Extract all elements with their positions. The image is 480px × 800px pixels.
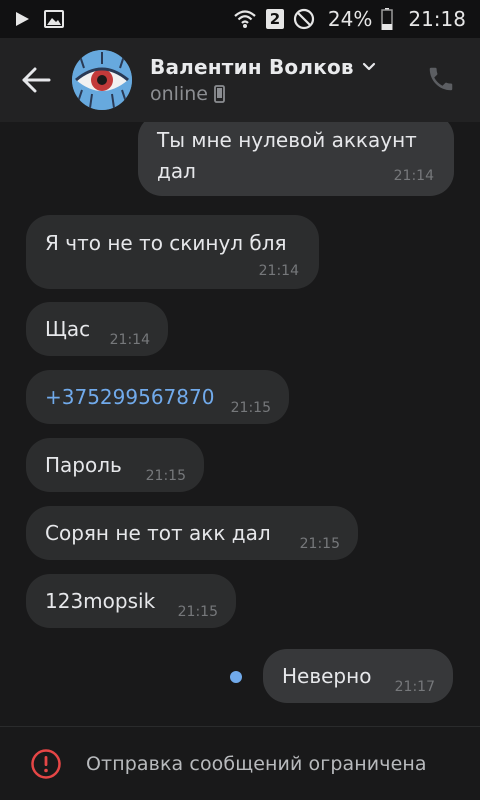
- clock: 21:18: [408, 7, 466, 31]
- message-bubble-incoming[interactable]: Сорян не тот акк дал 21:15: [26, 506, 358, 560]
- warning-circle-icon: [31, 748, 61, 779]
- message-text: Щас: [45, 317, 91, 341]
- unread-indicator: [230, 671, 242, 683]
- battery-icon: [381, 8, 394, 30]
- message-list[interactable]: Ты мне нулевой аккаунт дал 21:14 Я что н…: [0, 122, 480, 726]
- image-icon: [44, 10, 64, 28]
- message-text: Ты мне нулевой аккаунт: [157, 128, 417, 152]
- back-button[interactable]: [0, 38, 72, 122]
- message-text: Я что не то скинул бля: [45, 231, 287, 255]
- message-text: 123mopsik: [45, 589, 156, 613]
- message-bubble-incoming[interactable]: 123mopsik 21:15: [26, 574, 236, 628]
- messaging-restricted-bar: Отправка сообщений ограничена: [0, 726, 480, 800]
- status-bar: 2 24% 21:18: [0, 0, 480, 38]
- message-time: 21:17: [394, 679, 435, 695]
- chevron-down-icon: [362, 62, 375, 71]
- contact-status: online: [150, 83, 208, 105]
- message-text: дал: [157, 159, 196, 183]
- message-text: Неверно: [282, 664, 372, 688]
- arrow-left-icon: [22, 67, 51, 93]
- contact-name: Валентин Волков: [150, 55, 354, 79]
- message-bubble-outgoing[interactable]: Ты мне нулевой аккаунт дал 21:14: [138, 122, 454, 196]
- restriction-text: Отправка сообщений ограничена: [86, 752, 427, 775]
- battery-percent: 24%: [327, 7, 373, 31]
- phone-number-link[interactable]: +375299567870: [45, 382, 214, 413]
- message-time: 21:15: [230, 400, 271, 416]
- message-time: 21:15: [145, 468, 186, 484]
- message-bubble-outgoing[interactable]: Неверно 21:17: [263, 649, 453, 703]
- message-text: Сорян не тот акк дал: [45, 521, 271, 545]
- call-button[interactable]: [426, 64, 460, 98]
- message-time: 21:14: [393, 168, 434, 184]
- play-icon: [16, 12, 29, 26]
- chat-header: Валентин Волков online: [0, 38, 480, 122]
- message-time: 21:14: [258, 263, 299, 279]
- wifi-icon: [234, 10, 256, 28]
- message-time: 21:15: [299, 536, 340, 552]
- message-time: 21:14: [109, 332, 150, 348]
- message-bubble-incoming[interactable]: +375299567870 21:15: [26, 370, 289, 424]
- message-bubble-incoming[interactable]: Я что не то скинул бля 21:14: [26, 215, 319, 289]
- do-not-disturb-icon: [293, 8, 315, 30]
- mobile-phone-icon: [214, 85, 225, 103]
- eye-avatar-image: [72, 50, 132, 110]
- message-time: 21:15: [177, 604, 218, 620]
- avatar[interactable]: [72, 50, 132, 110]
- contact-info[interactable]: Валентин Волков online: [150, 55, 376, 105]
- message-bubble-incoming[interactable]: Щас 21:14: [26, 302, 168, 356]
- sim-badge: 2: [265, 9, 284, 29]
- phone-icon: [429, 67, 453, 91]
- message-text: Пароль: [45, 453, 122, 477]
- sim-number: 2: [269, 10, 281, 28]
- message-bubble-incoming[interactable]: Пароль 21:15: [26, 438, 204, 492]
